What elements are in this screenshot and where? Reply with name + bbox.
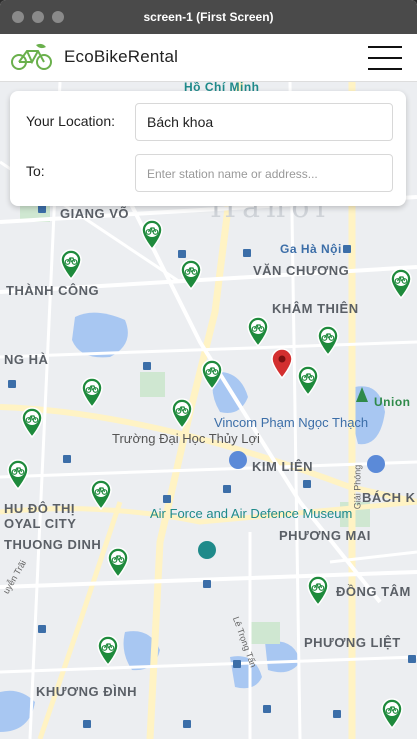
brand-name[interactable]: EcoBikeRental: [64, 47, 178, 67]
map-label-bach-khoa: BÁCH K: [362, 490, 416, 505]
map-label-union: Union: [374, 395, 411, 409]
map-label-khuong-dinh: KHƯƠNG ĐÌNH: [36, 684, 138, 699]
bike-station-pin-icon[interactable]: [246, 315, 270, 347]
map-label-dong-tam: ĐỒNG TÂM: [336, 584, 411, 599]
hamburger-menu-button[interactable]: [368, 46, 402, 70]
map-label-kim-lien: KIM LIÊN: [252, 459, 314, 474]
map-label-phuong-liet: PHƯƠNG LIỆT: [304, 635, 401, 650]
map-label-thuong-dinh: THUONG DINH: [4, 537, 102, 552]
to-label: To:: [26, 163, 45, 179]
map-label-van-chuong: VĂN CHƯƠNG: [253, 263, 350, 278]
poi-vincom[interactable]: Vincom Phạm Ngọc Thạch: [214, 415, 368, 431]
bike-station-pin-icon[interactable]: [140, 218, 164, 250]
museum-poi-icon: [198, 541, 216, 559]
bike-station-pin-icon[interactable]: [170, 397, 194, 429]
bike-station-pin-icon[interactable]: [59, 248, 83, 280]
app-window: screen-1 (First Screen) EcoBikeRental Ha…: [0, 0, 417, 739]
bike-station-pin-icon[interactable]: [106, 546, 130, 578]
bike-station-pin-icon[interactable]: [89, 478, 113, 510]
street-giai-phong: Giải Phóng: [352, 464, 363, 510]
bike-station-pin-icon[interactable]: [80, 376, 104, 408]
bike-station-pin-icon[interactable]: [6, 458, 30, 490]
map-label-phuong-mai: PHƯƠNG MAI: [279, 528, 371, 543]
map-label-ng-ha: NG HÀ: [4, 352, 49, 367]
shopping-poi-icon: [229, 451, 247, 469]
bike-station-pin-icon[interactable]: [316, 324, 340, 356]
poi-thuy-loi[interactable]: Trường Đại Học Thủy Lợi: [112, 431, 260, 447]
to-destination-input[interactable]: [135, 154, 393, 192]
shopping-poi-icon: [367, 455, 385, 473]
bicycle-leaf-icon[interactable]: [10, 42, 54, 72]
route-search-card: Your Location: To:: [10, 91, 406, 206]
map-label-hu-do-thi: HU ĐÔ THỊ: [4, 501, 75, 516]
location-pin-icon[interactable]: [270, 347, 294, 379]
bike-station-pin-icon[interactable]: [200, 358, 224, 390]
map-label-ga-ha-noi: Ga Hà Nội: [280, 242, 342, 256]
window-title: screen-1 (First Screen): [143, 10, 274, 24]
from-label: Your Location:: [26, 113, 115, 129]
bike-station-pin-icon[interactable]: [96, 634, 120, 666]
bike-station-pin-icon[interactable]: [20, 406, 44, 438]
map-label-thanh-cong: THÀNH CÔNG: [6, 283, 100, 298]
window-titlebar: screen-1 (First Screen): [0, 0, 417, 34]
map-label-kham-thien: KHÂM THIÊN: [272, 301, 359, 316]
map-label-royal-city: OYAL CITY: [4, 516, 77, 531]
from-location-input[interactable]: [135, 103, 393, 141]
bike-station-pin-icon[interactable]: [389, 267, 413, 299]
bike-station-pin-icon[interactable]: [306, 574, 330, 606]
bike-station-pin-icon[interactable]: [179, 258, 203, 290]
app-header: EcoBikeRental: [0, 34, 417, 82]
bike-station-pin-icon[interactable]: [296, 364, 320, 396]
poi-air-force-museum[interactable]: Air Force and Air Defence Museum: [150, 506, 352, 522]
map-label-giang-vo: GIANG VÕ: [60, 206, 130, 221]
bike-station-pin-icon[interactable]: [380, 697, 404, 729]
